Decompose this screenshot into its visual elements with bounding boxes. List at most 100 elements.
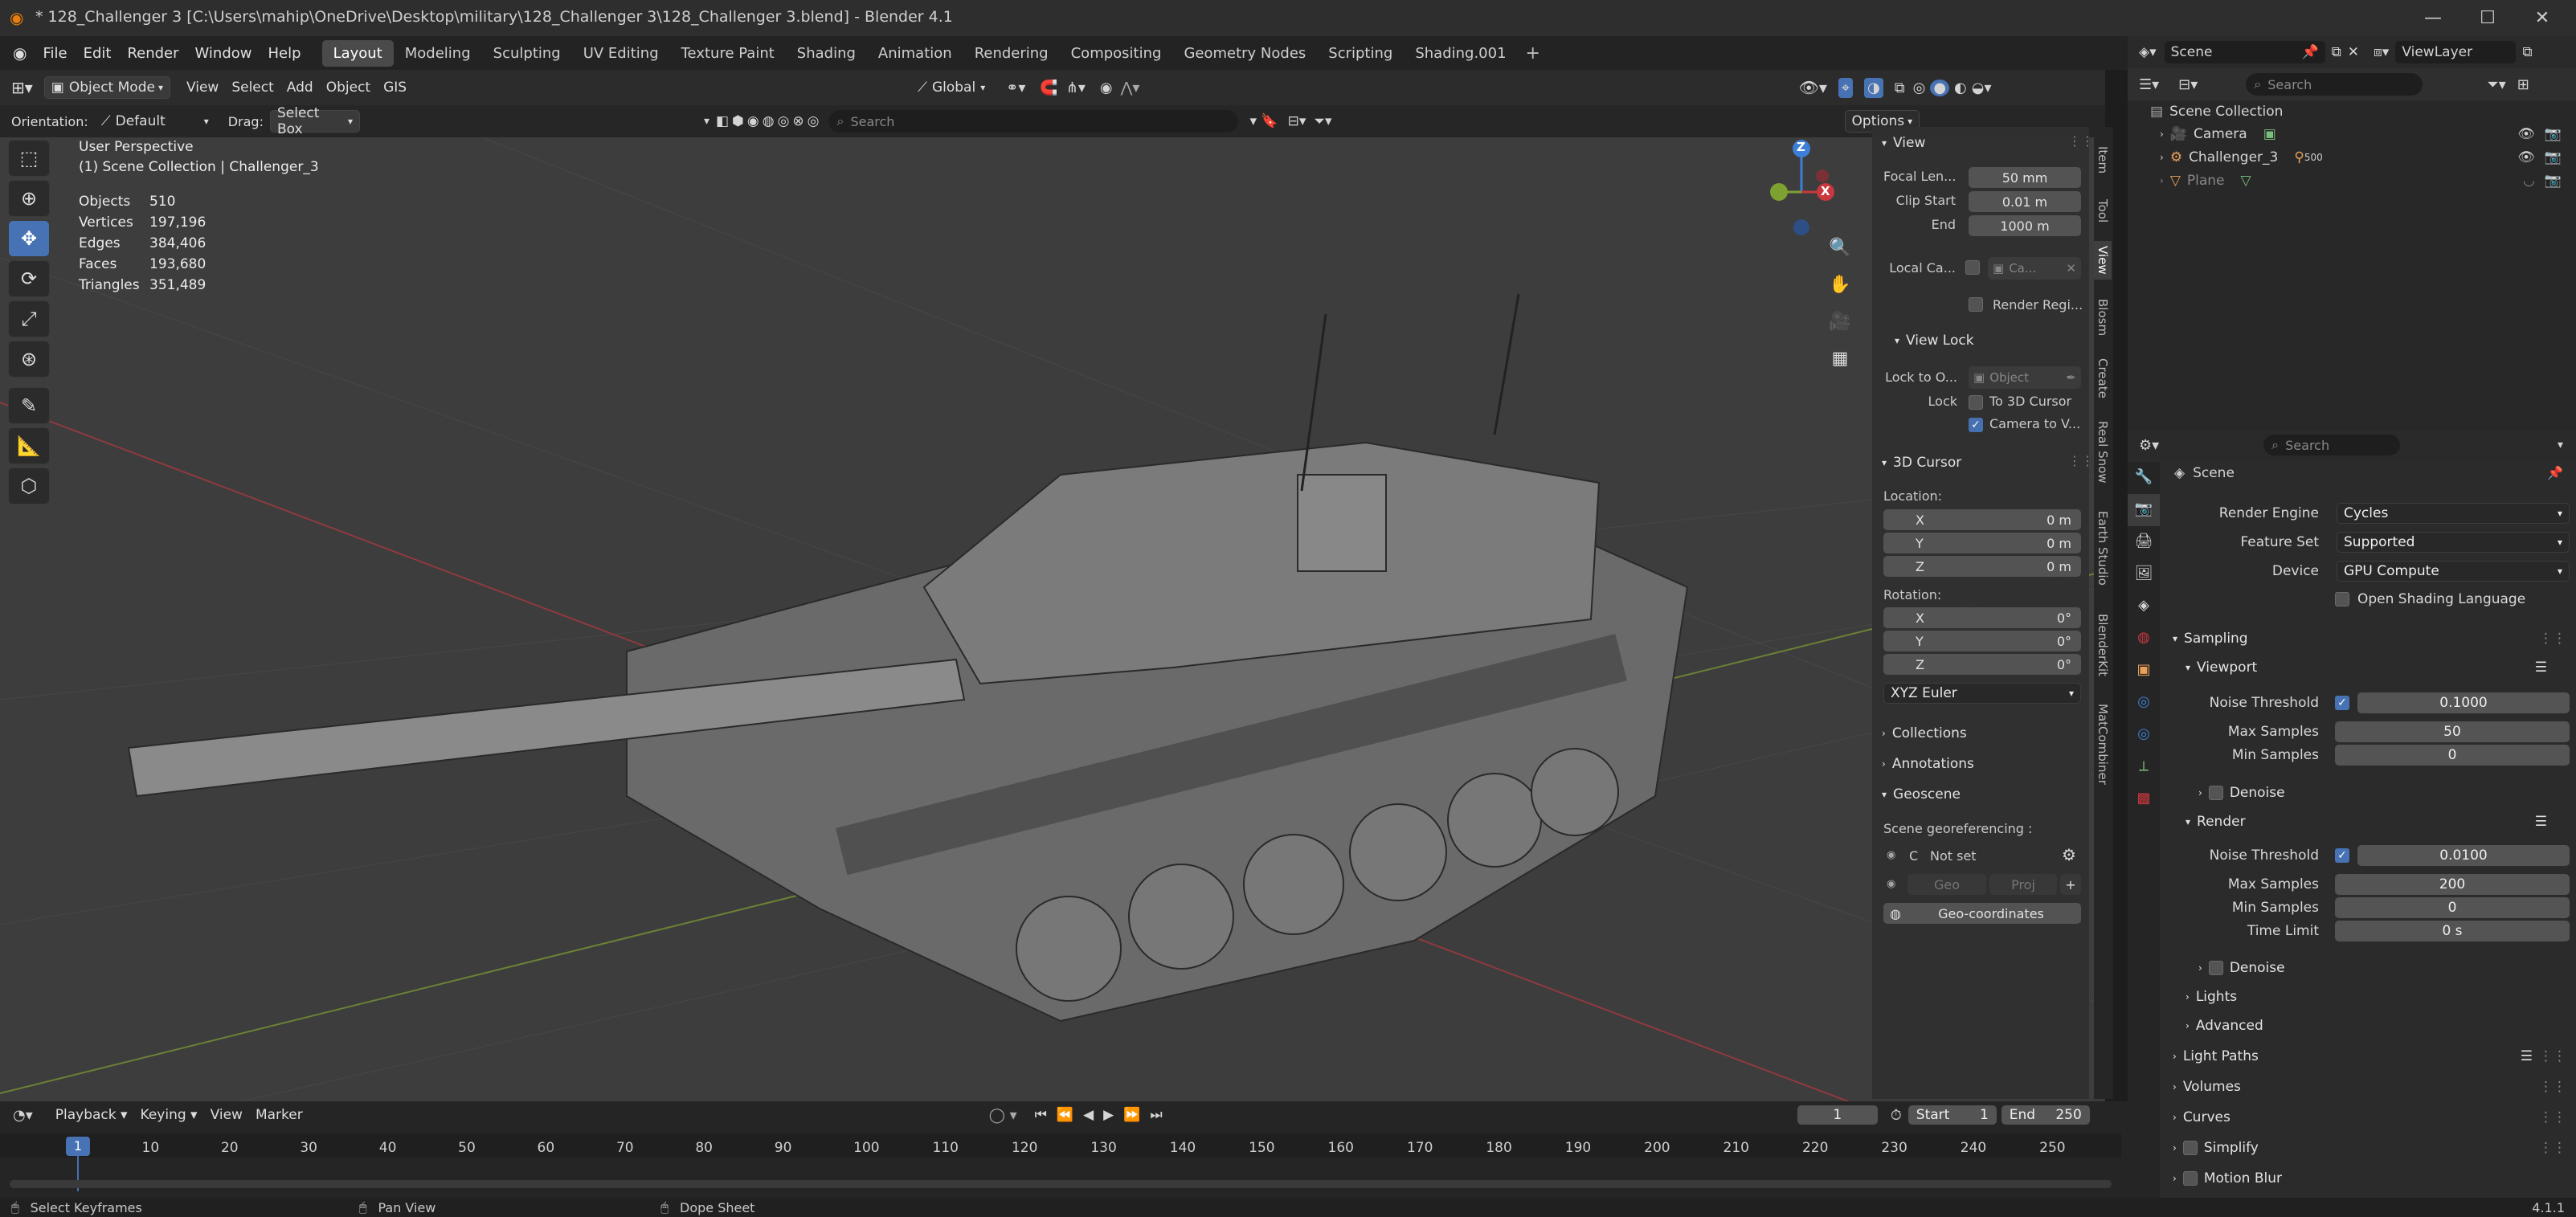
pin-icon[interactable]: 📌 xyxy=(2301,44,2318,60)
editor-type-icon[interactable]: ⊞▾ xyxy=(11,78,33,97)
header-menu-add[interactable]: Add xyxy=(280,80,320,96)
3d-viewport[interactable]: User Perspective (1) Scene Collection | … xyxy=(0,137,2105,1101)
snap-icon[interactable]: 🧲 xyxy=(1040,80,1057,96)
tab-modeling[interactable]: Modeling xyxy=(394,40,482,67)
tab-earth-studio[interactable]: Earth Studio xyxy=(2094,506,2112,590)
ortho-grid-icon[interactable]: ▦ xyxy=(1824,349,1856,386)
geo-button[interactable]: Geo xyxy=(1907,874,1986,895)
scene-field[interactable]: Scene 📌 xyxy=(2164,41,2325,63)
cursor-tool-icon[interactable]: ⊕ xyxy=(8,180,50,217)
display-mode-icon[interactable]: ⊟▾ xyxy=(2178,76,2198,93)
curves-header[interactable]: › Curves ⋮⋮ xyxy=(2173,1109,2566,1125)
move-tool-icon[interactable]: ✥ xyxy=(8,220,50,257)
camera-to-view-checkbox[interactable]: ✓ xyxy=(1969,418,1983,432)
annotations-header[interactable]: › Annotations xyxy=(1882,756,1974,772)
next-keyframe-icon[interactable]: ⏩ xyxy=(1123,1107,1140,1123)
render-min-field[interactable]: 0 xyxy=(2335,897,2570,918)
outliner-search[interactable]: ⌕ Search xyxy=(2246,73,2423,96)
timeline-scrollbar[interactable] xyxy=(10,1180,2112,1188)
viewport-subheader[interactable]: ▾ Viewport ☰ xyxy=(2186,660,2566,676)
feature-set-dropdown[interactable]: Supported ▾ xyxy=(2337,532,2570,553)
menu-window[interactable]: Window xyxy=(187,45,260,62)
chevron-down-icon[interactable]: ▾ xyxy=(2558,439,2563,451)
chevron-right-icon[interactable]: › xyxy=(2160,175,2164,186)
view-layer-icon[interactable]: ⧈▾ xyxy=(2374,44,2389,60)
drag-dropdown[interactable]: Select Box ▾ xyxy=(269,105,360,137)
start-frame-field[interactable]: Start 1 xyxy=(1907,1105,1997,1125)
play-icon[interactable]: ▶ xyxy=(1103,1107,1114,1123)
shading-wireframe-icon[interactable]: ◎ xyxy=(1913,80,1926,96)
tab-item[interactable]: Item xyxy=(2094,141,2112,178)
header-menu-gis[interactable]: GIS xyxy=(377,80,413,96)
maximize-button[interactable]: ☐ xyxy=(2464,3,2512,32)
play-reverse-icon[interactable]: ◀ xyxy=(1083,1107,1094,1123)
collections-header[interactable]: › Collections xyxy=(1882,725,1967,741)
cursor-rotation-z[interactable]: Z 0° xyxy=(1883,654,2081,675)
render-region-checkbox[interactable] xyxy=(1969,297,1983,312)
cursor-location-y[interactable]: Y 0 m xyxy=(1883,533,2081,553)
editor-type-icon[interactable]: ⚙▾ xyxy=(2139,437,2159,454)
sampling-header[interactable]: ▾ Sampling ⋮⋮ xyxy=(2173,631,2566,647)
local-camera-field[interactable]: ▣ Ca... ✕ xyxy=(1988,257,2081,280)
tab-shading-001[interactable]: Shading.001 xyxy=(1404,40,1517,67)
timeline-menu-keying[interactable]: Keying ▾ xyxy=(134,1107,204,1123)
list-icon[interactable]: ☰ xyxy=(2535,660,2547,676)
prev-keyframe-icon[interactable]: ⏪ xyxy=(1057,1107,1073,1123)
header-menu-object[interactable]: Object xyxy=(320,80,377,96)
geoscene-header[interactable]: ▾ Geoscene xyxy=(1882,786,1961,802)
view-layer-tab-icon[interactable]: 🖼 xyxy=(2128,558,2160,590)
menu-edit[interactable]: Edit xyxy=(76,45,120,62)
annotate-tool-icon[interactable]: ✎ xyxy=(8,387,50,424)
tab-tool[interactable]: Tool xyxy=(2094,194,2112,227)
pan-hand-icon[interactable]: ✋ xyxy=(1824,275,1856,312)
tab-layout[interactable]: Layout xyxy=(321,39,394,67)
render-subheader[interactable]: ▾ Render ☰ xyxy=(2186,814,2566,830)
tab-animation[interactable]: Animation xyxy=(867,40,963,67)
cursor-location-z[interactable]: Z 0 m xyxy=(1883,556,2081,577)
osl-checkbox[interactable] xyxy=(2335,592,2349,606)
settings-gear-icon[interactable]: ⚙ xyxy=(2062,845,2076,864)
drag-handle-icon[interactable]: ⋮⋮ xyxy=(2539,1079,2566,1095)
drag-handle-icon[interactable]: ⋮⋮ xyxy=(2068,453,2094,468)
render-noise-checkbox[interactable]: ✓ xyxy=(2335,848,2349,863)
stopwatch-icon[interactable]: ⏱ xyxy=(1891,1107,1902,1124)
lock-to-object-field[interactable]: ▣ Object ✒ xyxy=(1969,366,2081,389)
proj-button[interactable]: Proj xyxy=(1989,874,2057,895)
output-tab-icon[interactable]: 🖨 xyxy=(2128,526,2160,558)
pivot-icon[interactable]: ⚭▾ xyxy=(1006,80,1025,96)
viewport-denoise-header[interactable]: › Denoise xyxy=(2198,785,2285,801)
volumes-header[interactable]: › Volumes ⋮⋮ xyxy=(2173,1079,2566,1095)
shading-rendered-icon[interactable]: ◒▾ xyxy=(1972,80,1992,96)
clip-start-field[interactable]: 0.01 m xyxy=(1969,191,2081,212)
current-frame-field[interactable]: 1 xyxy=(1797,1105,1878,1125)
device-dropdown[interactable]: GPU Compute ▾ xyxy=(2337,561,2570,582)
clock-icon[interactable]: ◔▾ xyxy=(13,1107,33,1124)
render-denoise-header[interactable]: › Denoise xyxy=(2198,960,2285,976)
motion-blur-checkbox[interactable] xyxy=(2182,1171,2198,1186)
render-noise-field[interactable]: 0.0100 xyxy=(2357,845,2570,866)
eyedropper-icon[interactable]: ✒ xyxy=(2066,370,2076,385)
render-camera-icon[interactable]: 📷 xyxy=(2545,149,2562,165)
outliner-item-plane[interactable]: › ▽ Plane ▽ ◡ 📷 xyxy=(2160,169,2562,192)
render-engine-dropdown[interactable]: Cycles ▾ xyxy=(2337,503,2570,524)
tab-uv-editing[interactable]: UV Editing xyxy=(572,40,670,67)
tab-texture-paint[interactable]: Texture Paint xyxy=(670,40,786,67)
physics-tab-icon[interactable]: ◎ xyxy=(2128,687,2160,719)
lock-to-cursor-checkbox[interactable] xyxy=(1969,395,1983,410)
timeline-menu-marker[interactable]: Marker xyxy=(249,1107,309,1123)
tab-compositing[interactable]: Compositing xyxy=(1060,40,1173,67)
pin-icon[interactable]: 📌 xyxy=(2547,465,2563,480)
outliner-item-camera[interactable]: › 🎥 Camera ▣ 👁 📷 xyxy=(2160,123,2562,145)
tab-matcombiner[interactable]: MatCombiner xyxy=(2094,699,2112,790)
object-tab-icon[interactable]: ▣ xyxy=(2128,655,2160,687)
timeline-menu-view[interactable]: View xyxy=(204,1107,249,1123)
editor-type-icon[interactable]: ☰▾ xyxy=(2139,76,2159,93)
local-camera-checkbox[interactable] xyxy=(1965,260,1980,275)
tank-model[interactable] xyxy=(127,293,1689,1023)
scale-tool-icon[interactable]: ⤢ xyxy=(8,300,50,337)
viewport-min-field[interactable]: 0 xyxy=(2335,745,2570,766)
scene-tab-icon[interactable]: ◈ xyxy=(2128,590,2160,623)
jump-end-icon[interactable]: ⏭ xyxy=(1150,1107,1162,1123)
tab-create[interactable]: Create xyxy=(2094,353,2112,403)
scene-icon[interactable]: ◈▾ xyxy=(2139,44,2157,60)
